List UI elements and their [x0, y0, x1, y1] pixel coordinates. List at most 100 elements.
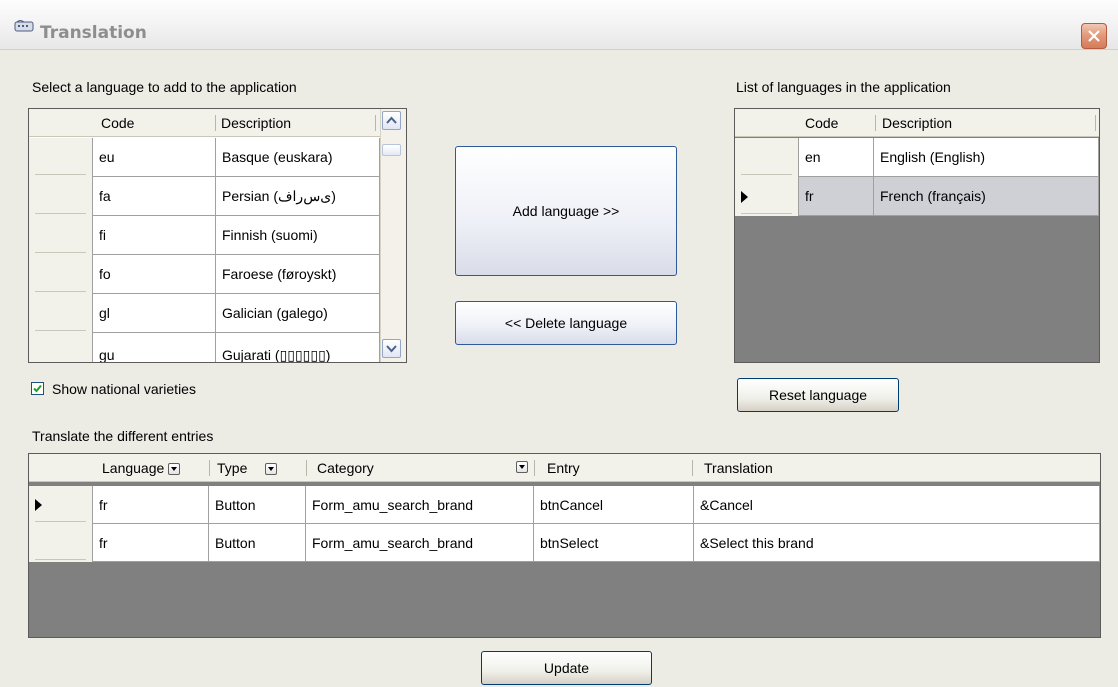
code-cell[interactable]: fr	[799, 177, 874, 216]
category-cell[interactable]: Form_amu_search_brand	[306, 486, 534, 524]
keyboard-icon	[14, 20, 34, 32]
code-cell[interactable]: gu	[93, 333, 216, 362]
chevron-down-icon	[386, 345, 397, 353]
table-row[interactable]: fi Finnish (suomi)	[29, 216, 380, 255]
column-separator	[692, 460, 693, 476]
column-separator	[215, 115, 216, 131]
close-button[interactable]	[1081, 23, 1107, 49]
column-separator	[875, 115, 876, 131]
delete-language-button[interactable]: << Delete language	[455, 301, 677, 345]
reset-language-label: Reset language	[768, 387, 868, 403]
row-header[interactable]	[29, 138, 93, 177]
checkmark-icon	[33, 384, 42, 393]
description-cell[interactable]: Persian (ی‌س‌راف)	[216, 177, 380, 216]
column-header-description[interactable]: Description	[221, 109, 291, 137]
translation-cell[interactable]: &Select this brand	[694, 524, 1100, 562]
code-cell[interactable]: fa	[93, 177, 216, 216]
row-header[interactable]	[735, 138, 799, 177]
application-languages-grid[interactable]: Code Description en English (English) fr…	[734, 108, 1100, 363]
description-cell[interactable]: English (English)	[874, 138, 1099, 177]
column-header-type[interactable]: Type	[217, 454, 278, 482]
code-cell[interactable]: eu	[93, 138, 216, 177]
grid-header: Code Description	[29, 109, 406, 137]
show-national-varieties-label[interactable]: Show national varieties	[52, 381, 196, 397]
row-header[interactable]	[29, 524, 93, 562]
scroll-up-button[interactable]	[382, 111, 401, 130]
column-separator	[209, 460, 210, 476]
type-cell[interactable]: Button	[209, 524, 306, 562]
reset-language-button[interactable]: Reset language	[737, 378, 899, 412]
row-header[interactable]	[29, 486, 93, 524]
application-languages-label: List of languages in the application	[736, 79, 951, 95]
show-national-varieties-checkbox[interactable]	[31, 382, 44, 395]
grid-header: Language Type Category Entry Translation	[29, 454, 1100, 482]
code-cell[interactable]: fo	[93, 255, 216, 294]
update-label: Update	[543, 660, 590, 676]
column-header-entry[interactable]: Entry	[547, 454, 580, 482]
column-header-description[interactable]: Description	[882, 109, 952, 137]
column-header-category[interactable]: Category	[317, 454, 374, 482]
code-cell[interactable]: gl	[93, 294, 216, 333]
language-cell[interactable]: fr	[93, 486, 209, 524]
table-row[interactable]: gu Gujarati (▯▯▯▯▯▯)	[29, 333, 380, 362]
row-header[interactable]	[29, 216, 93, 255]
column-header-code[interactable]: Code	[805, 109, 838, 137]
translation-window: Translation Select a language to add to …	[0, 0, 1118, 687]
row-header[interactable]	[29, 294, 93, 333]
description-cell[interactable]: French (français)	[874, 177, 1099, 216]
language-filter-dropdown-icon[interactable]	[168, 463, 181, 476]
translations-grid[interactable]: Language Type Category Entry Translation…	[28, 453, 1101, 638]
scroll-thumb[interactable]	[382, 144, 401, 156]
language-cell[interactable]: fr	[93, 524, 209, 562]
language-header-text: Language	[102, 460, 165, 476]
select-language-label: Select a language to add to the applicat…	[32, 79, 297, 95]
table-row[interactable]: gl Galician (galego)	[29, 294, 380, 333]
table-row[interactable]: fo Faroese (føroyskt)	[29, 255, 380, 294]
translation-cell[interactable]: &Cancel	[694, 486, 1100, 524]
column-separator	[306, 460, 307, 476]
description-cell[interactable]: Finnish (suomi)	[216, 216, 380, 255]
table-row[interactable]: fr Button Form_amu_search_brand btnCance…	[29, 486, 1100, 524]
code-cell[interactable]: en	[799, 138, 874, 177]
scroll-down-button[interactable]	[382, 339, 401, 358]
row-header[interactable]	[29, 333, 93, 362]
translate-entries-label: Translate the different entries	[32, 428, 214, 444]
row-header[interactable]	[29, 177, 93, 216]
current-row-icon	[741, 190, 748, 203]
row-header[interactable]	[735, 177, 799, 216]
table-row-selected[interactable]: fr French (français)	[735, 177, 1099, 216]
category-filter-dropdown-icon[interactable]	[516, 461, 528, 473]
available-languages-grid[interactable]: Code Description eu Basque (euskara) fa …	[28, 108, 407, 363]
update-button[interactable]: Update	[481, 651, 652, 685]
table-row[interactable]: fr Button Form_amu_search_brand btnSelec…	[29, 524, 1100, 562]
table-row[interactable]: en English (English)	[735, 138, 1099, 177]
type-cell[interactable]: Button	[209, 486, 306, 524]
column-header-language[interactable]: Language	[102, 454, 181, 482]
column-header-translation[interactable]: Translation	[704, 454, 773, 482]
add-language-label: Add language >>	[512, 203, 620, 219]
description-cell[interactable]: Faroese (føroyskt)	[216, 255, 380, 294]
type-filter-dropdown-icon[interactable]	[265, 463, 278, 476]
table-row[interactable]: eu Basque (euskara)	[29, 138, 380, 177]
entry-cell[interactable]: btnSelect	[534, 524, 694, 562]
column-separator	[534, 460, 535, 476]
add-language-button[interactable]: Add language >>	[455, 146, 677, 276]
description-cell[interactable]: Gujarati (▯▯▯▯▯▯)	[216, 333, 380, 362]
title-bar: Translation	[0, 0, 1118, 50]
table-row[interactable]: fa Persian (ی‌س‌راف)	[29, 177, 380, 216]
category-header-text: Category	[317, 460, 374, 476]
description-cell[interactable]: Basque (euskara)	[216, 138, 380, 177]
code-cell[interactable]: fi	[93, 216, 216, 255]
entry-cell[interactable]: btnCancel	[534, 486, 694, 524]
window-title: Translation	[40, 23, 147, 43]
column-header-code[interactable]: Code	[101, 109, 134, 137]
delete-language-label: << Delete language	[504, 315, 628, 331]
type-header-text: Type	[217, 460, 248, 476]
description-cell[interactable]: Galician (galego)	[216, 294, 380, 333]
grid-header: Code Description	[735, 109, 1099, 137]
vertical-scrollbar[interactable]	[380, 109, 406, 362]
chevron-up-icon	[386, 116, 397, 124]
row-header[interactable]	[29, 255, 93, 294]
close-icon	[1088, 30, 1100, 42]
category-cell[interactable]: Form_amu_search_brand	[306, 524, 534, 562]
